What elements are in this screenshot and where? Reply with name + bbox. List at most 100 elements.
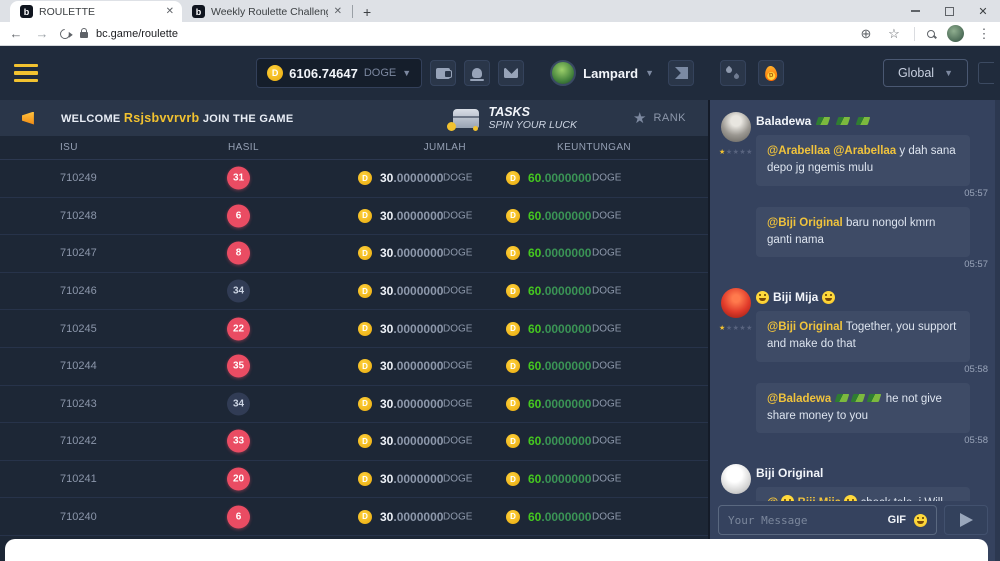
table-row[interactable]: 710241 20 D 30.0000000 DOGE D 60.0000000… <box>0 461 708 499</box>
browser-menu-icon[interactable]: ⋮ <box>976 26 992 42</box>
user-mention[interactable]: @ <box>767 497 778 501</box>
doge-coin-icon: D <box>506 284 520 298</box>
chat-avatar[interactable] <box>721 288 751 318</box>
rank-widget[interactable]: ★ RANK <box>633 109 686 127</box>
round-id: 710245 <box>60 323 97 335</box>
table-row[interactable]: 710242 33 D 30.0000000 DOGE D 60.0000000… <box>0 423 708 461</box>
bookmark-star-icon[interactable]: ☆ <box>886 26 902 42</box>
chat-input[interactable] <box>728 514 880 527</box>
table-row[interactable]: 710248 6 D 30.0000000 DOGE D 60.0000000 … <box>0 198 708 236</box>
window-minimize-button[interactable] <box>898 0 932 22</box>
profit-amount: 60.0000000 <box>528 284 591 298</box>
maximize-icon <box>945 7 954 16</box>
doge-coin-icon: D <box>358 510 372 524</box>
table-row[interactable]: 710249 31 D 30.0000000 DOGE D 60.0000000… <box>0 160 708 198</box>
balance-selector[interactable]: D 6106.74647 DOGE ▼ <box>256 58 422 88</box>
edge-panel-button[interactable] <box>978 62 994 84</box>
chat-message: @ Biji Mija check tele ,i Will send u ho… <box>756 487 990 501</box>
grin-emoji <box>844 495 857 501</box>
zoom-page-icon[interactable]: ⊕ <box>858 26 874 42</box>
bottom-sheet <box>5 539 988 561</box>
message-timestamp: 05:57 <box>756 188 988 199</box>
chat-user-name[interactable]: Biji Mija <box>756 290 990 304</box>
chat-room-select[interactable]: Global ▼ <box>883 59 968 87</box>
user-mention[interactable]: @Arabellaa <box>767 145 830 157</box>
profit-currency: DOGE <box>592 248 621 259</box>
user-mention[interactable]: @Biji Original <box>767 217 843 229</box>
url-field[interactable]: bc.game/roulette <box>80 28 848 40</box>
user-mention[interactable]: Biji Mija <box>798 497 841 501</box>
search-icon[interactable] <box>927 30 935 38</box>
chat-avatar[interactable] <box>721 464 751 494</box>
wallet-button[interactable] <box>430 60 456 86</box>
new-tab-button[interactable]: + <box>363 4 371 20</box>
result-badge: 35 <box>227 355 250 378</box>
table-row[interactable]: 710247 8 D 30.0000000 DOGE D 60.0000000 … <box>0 235 708 273</box>
reload-icon[interactable] <box>58 26 72 40</box>
green-flag-emoji <box>856 117 871 125</box>
doge-coin-icon: D <box>506 322 520 336</box>
user-mention[interactable]: @Arabellaa <box>833 145 896 157</box>
doge-coin-icon: D <box>506 209 520 223</box>
window-maximize-button[interactable] <box>932 0 966 22</box>
notifications-button[interactable] <box>464 60 490 86</box>
table-row[interactable]: 710244 35 D 30.0000000 DOGE D 60.0000000… <box>0 348 708 386</box>
send-message-button[interactable] <box>944 505 988 535</box>
doge-coin-icon: D <box>506 359 520 373</box>
column-header-jumlah: JUMLAH <box>395 142 466 153</box>
table-row[interactable]: 710245 22 D 30.0000000 DOGE D 60.0000000… <box>0 310 708 348</box>
hamburger-menu-icon[interactable] <box>14 64 38 83</box>
browser-profile-avatar[interactable] <box>947 25 964 42</box>
round-id: 710246 <box>60 285 97 297</box>
bet-amount: 30.0000000 <box>380 246 443 260</box>
back-icon[interactable]: ← <box>8 26 24 41</box>
forward-icon[interactable]: → <box>34 26 50 41</box>
round-id: 710243 <box>60 398 97 410</box>
chat-message-list[interactable]: ★★★★★Baladewa @Arabellaa @Arabellaa y da… <box>710 100 1000 501</box>
user-mention[interactable]: @Biji Original <box>767 321 843 333</box>
doge-coin-icon: D <box>506 434 520 448</box>
table-row[interactable]: 710243 34 D 30.0000000 DOGE D 60.0000000… <box>0 386 708 424</box>
table-row[interactable]: 710240 6 D 30.0000000 DOGE D 60.0000000 … <box>0 498 708 536</box>
star-icon: ★ <box>633 109 646 127</box>
rain-button[interactable] <box>720 60 746 86</box>
tasks-widget[interactable]: TASKS SPIN YOUR LUCK <box>453 105 577 131</box>
bet-currency: DOGE <box>443 361 472 372</box>
chat-message: @Baladewa he not give share money to you… <box>756 383 990 447</box>
tab-roulette[interactable]: b ROULETTE ✕ <box>10 1 182 22</box>
bcgame-app: D 6106.74647 DOGE ▼ Lampard ▼ Global ▼ <box>0 46 1000 561</box>
welcome-message: WELCOME Rsjsbvvrvrb JOIN THE GAME <box>61 111 294 125</box>
round-id: 710249 <box>60 172 97 184</box>
chat-bubble: @ Biji Mija check tele ,i Will send u ho… <box>756 487 970 501</box>
round-id: 710247 <box>60 247 97 259</box>
profit-currency: DOGE <box>592 398 621 409</box>
tab-close-icon[interactable]: ✕ <box>166 6 174 17</box>
coin-drop-button[interactable] <box>758 60 784 86</box>
profit-currency: DOGE <box>592 511 621 522</box>
profit-currency: DOGE <box>592 210 621 221</box>
gif-button[interactable]: GIF <box>888 514 906 526</box>
chat-avatar[interactable] <box>721 112 751 142</box>
bcgame-favicon: b <box>20 5 33 18</box>
browser-addressbar: ← → bc.game/roulette ⊕ ☆ ⋮ <box>0 22 1000 46</box>
emoji-picker-icon[interactable] <box>914 514 927 527</box>
tab-close-icon[interactable]: ✕ <box>334 6 342 17</box>
chat-flag-icon <box>675 67 688 79</box>
chat-user-name[interactable]: Biji Original <box>756 466 990 480</box>
result-badge: 6 <box>227 505 250 528</box>
doge-coin-icon: D <box>506 472 520 486</box>
chat-toggle-button[interactable] <box>668 60 694 86</box>
user-menu[interactable]: Lampard ▼ <box>550 60 654 86</box>
grin-emoji <box>781 495 794 501</box>
chat-user-name[interactable]: Baladewa <box>756 114 990 128</box>
chat-message: @Biji Original Together, you support and… <box>756 311 990 375</box>
chat-input-box[interactable]: GIF <box>718 505 937 535</box>
messages-button[interactable] <box>498 60 524 86</box>
table-row[interactable]: 710246 34 D 30.0000000 DOGE D 60.0000000… <box>0 273 708 311</box>
tab-weekly-challenge[interactable]: b Weekly Roulette Challenge - Wi ✕ <box>182 1 350 22</box>
doge-coin-icon: D <box>267 65 283 81</box>
window-close-button[interactable]: ✕ <box>966 0 1000 22</box>
user-mention[interactable]: @Baladewa <box>767 393 831 405</box>
balance-currency: DOGE <box>364 67 396 79</box>
doge-coin-icon: D <box>358 209 372 223</box>
